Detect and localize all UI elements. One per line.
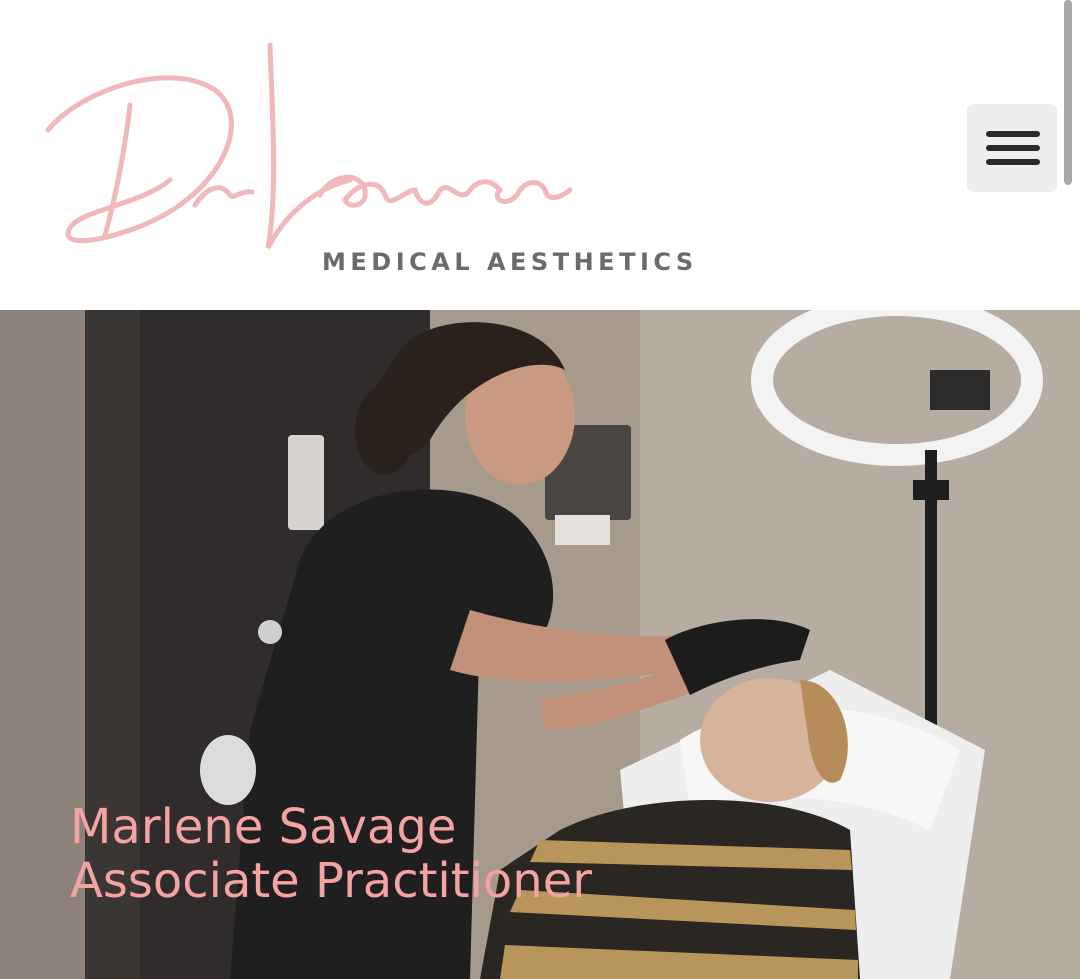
menu-icon-bar: [986, 159, 1040, 165]
menu-icon-bar: [986, 145, 1040, 151]
practitioner-name: Marlene Savage: [70, 799, 457, 855]
practitioner-role: Associate Practitioner: [70, 853, 592, 909]
hamburger-menu-button[interactable]: [967, 104, 1057, 192]
logo-script-mark: [45, 42, 573, 250]
logo-tagline: MEDICAL AESTHETICS: [322, 248, 698, 276]
site-header: MEDICAL AESTHETICS: [0, 0, 1080, 310]
brand-logo[interactable]: MEDICAL AESTHETICS: [20, 30, 740, 276]
hero-section: Marlene Savage Associate Practitioner: [0, 310, 1080, 979]
hero-caption: Marlene Savage Associate Practitioner: [70, 800, 592, 908]
menu-icon-bar: [986, 131, 1040, 137]
page-scrollbar[interactable]: [1064, 0, 1072, 185]
